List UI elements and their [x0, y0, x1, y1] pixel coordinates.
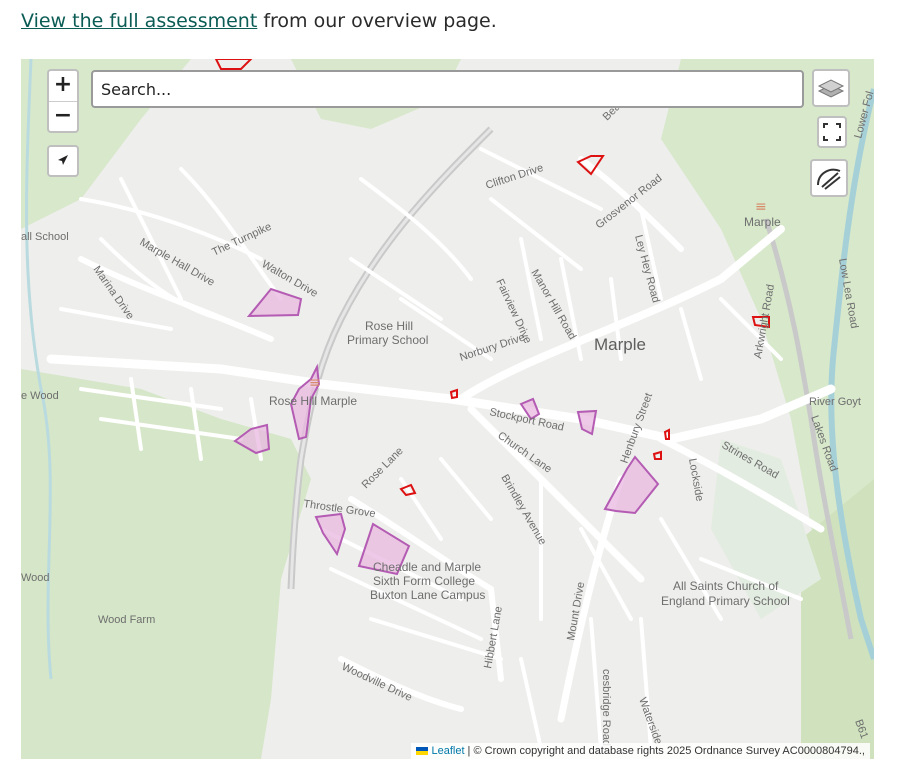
locate-arrow-icon: [58, 155, 68, 165]
label-wood: Wood: [21, 572, 50, 584]
rail-station-icon-rose-hill: ≡: [309, 375, 321, 391]
fullscreen-icon: [823, 123, 841, 141]
layers-icon: [817, 79, 845, 98]
map-attribution: Leaflet | © Crown copyright and database…: [411, 743, 870, 759]
map[interactable]: ≡ ≡ Marple Marple Rose Hill Marple Rose …: [21, 59, 874, 759]
label-college-2: Sixth Form College: [373, 574, 475, 588]
attribution-text: | © Crown copyright and database rights …: [464, 745, 865, 757]
fullscreen-button[interactable]: [817, 116, 847, 148]
label-all-saints-1: All Saints Church of: [673, 579, 779, 593]
locate-button[interactable]: [47, 145, 79, 177]
rail-station-icon-marple: ≡: [755, 199, 767, 215]
draw-pen-icon: [817, 168, 841, 190]
leaflet-link[interactable]: Leaflet: [431, 745, 464, 757]
intro-text: View the full assessment from our overvi…: [21, 10, 497, 32]
label-marple: Marple: [594, 335, 646, 354]
label-college-3: Buxton Lane Campus: [370, 588, 485, 602]
zoom-out-button[interactable]: −: [49, 102, 77, 132]
label-college-1: Cheadle and Marple: [373, 560, 481, 574]
draw-button[interactable]: [810, 159, 848, 197]
label-hall-school: all School: [21, 231, 69, 243]
zoom-control: + −: [47, 69, 79, 133]
search-input[interactable]: [91, 70, 804, 108]
label-wood-farm: Wood Farm: [98, 614, 155, 626]
layers-button[interactable]: [812, 69, 850, 107]
map-basemap[interactable]: ≡ ≡ Marple Marple Rose Hill Marple Rose …: [21, 59, 874, 759]
label-all-saints-2: England Primary School: [661, 594, 790, 608]
label-river-goyt: River Goyt: [809, 396, 861, 408]
ukraine-flag-icon: [416, 747, 429, 756]
zoom-in-button[interactable]: +: [49, 71, 77, 102]
label-marple-station: Marple: [744, 215, 781, 229]
label-le-wood: e Wood: [21, 390, 59, 402]
full-assessment-link[interactable]: View the full assessment: [21, 10, 257, 32]
label-rose-hill-school-1: Rose Hill: [365, 319, 413, 333]
label-rose-hill-school-2: Primary School: [347, 333, 428, 347]
intro-rest-text: from our overview page.: [257, 10, 497, 32]
label-queensbridge-road: cesbridge Road: [600, 669, 612, 746]
label-rose-hill-marple: Rose Hill Marple: [269, 394, 357, 408]
